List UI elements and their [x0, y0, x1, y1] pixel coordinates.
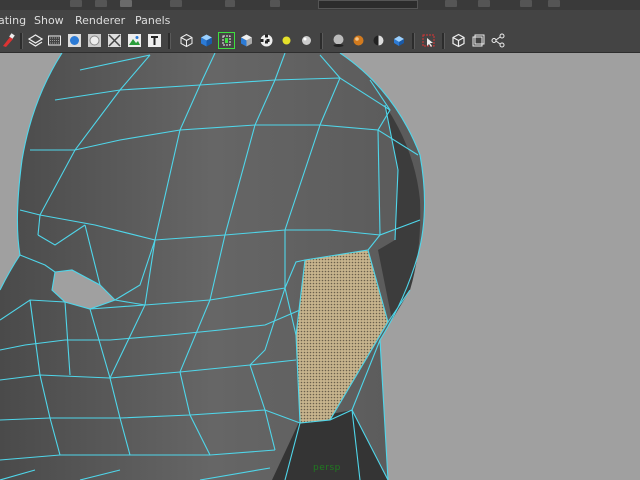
perspective-viewport[interactable] — [0, 53, 640, 480]
menu-lighting[interactable]: ating — [0, 14, 26, 27]
circle-outline-icon[interactable] — [86, 32, 103, 49]
status-tool-button[interactable] — [478, 0, 490, 7]
sphere-shaded-icon[interactable] — [66, 32, 83, 49]
status-tool-button[interactable] — [445, 0, 457, 7]
joint-icon[interactable] — [490, 32, 507, 49]
wireframe-mode-icon[interactable] — [27, 32, 44, 49]
maya-app-window: ating Show Renderer Panels persp — [0, 0, 640, 480]
status-tool-button[interactable] — [120, 0, 132, 7]
lighting-sphere-icon[interactable] — [350, 32, 367, 49]
isolate-cube-icon[interactable] — [450, 32, 467, 49]
image-plane-icon[interactable] — [126, 32, 143, 49]
status-tool-button[interactable] — [95, 0, 107, 7]
panel-menu-bar: ating Show Renderer Panels — [0, 10, 640, 30]
text-icon[interactable] — [146, 32, 163, 49]
textured-cube-icon[interactable] — [238, 32, 255, 49]
frame-icon[interactable] — [470, 32, 487, 49]
toolbar-separator — [20, 33, 23, 49]
toolbar-separator — [320, 33, 323, 49]
xray-icon[interactable] — [390, 32, 407, 49]
camera-label: persp — [313, 463, 341, 473]
shadows-icon[interactable] — [330, 32, 347, 49]
status-input-field[interactable] — [318, 0, 418, 9]
status-tool-button[interactable] — [270, 0, 280, 7]
smooth-shade-cube-icon[interactable] — [198, 32, 215, 49]
status-tool-button[interactable] — [520, 0, 532, 7]
wireframe-cube-icon[interactable] — [178, 32, 195, 49]
status-tool-button[interactable] — [548, 0, 560, 7]
status-tool-button[interactable] — [70, 0, 82, 7]
status-tool-button[interactable] — [170, 0, 182, 7]
all-lights-icon[interactable] — [298, 32, 315, 49]
half-shade-icon[interactable] — [370, 32, 387, 49]
select-highlight-icon[interactable] — [218, 32, 235, 49]
select-arrow-icon[interactable] — [420, 32, 437, 49]
film-gate-icon[interactable] — [46, 32, 63, 49]
menu-show[interactable]: Show — [34, 14, 64, 27]
menu-renderer[interactable]: Renderer — [75, 14, 125, 27]
toolbar-separator — [412, 33, 415, 49]
paint-brush-icon[interactable] — [0, 32, 17, 49]
status-tool-button[interactable] — [225, 0, 235, 7]
status-line — [0, 0, 640, 10]
head-mesh — [0, 53, 426, 480]
checker-icon[interactable] — [258, 32, 275, 49]
toolbar-separator — [442, 33, 445, 49]
toolbar-separator — [168, 33, 171, 49]
default-light-icon[interactable] — [278, 32, 295, 49]
panel-toolbar — [0, 30, 640, 53]
grid-toggle-icon[interactable] — [106, 32, 123, 49]
menu-panels[interactable]: Panels — [135, 14, 170, 27]
